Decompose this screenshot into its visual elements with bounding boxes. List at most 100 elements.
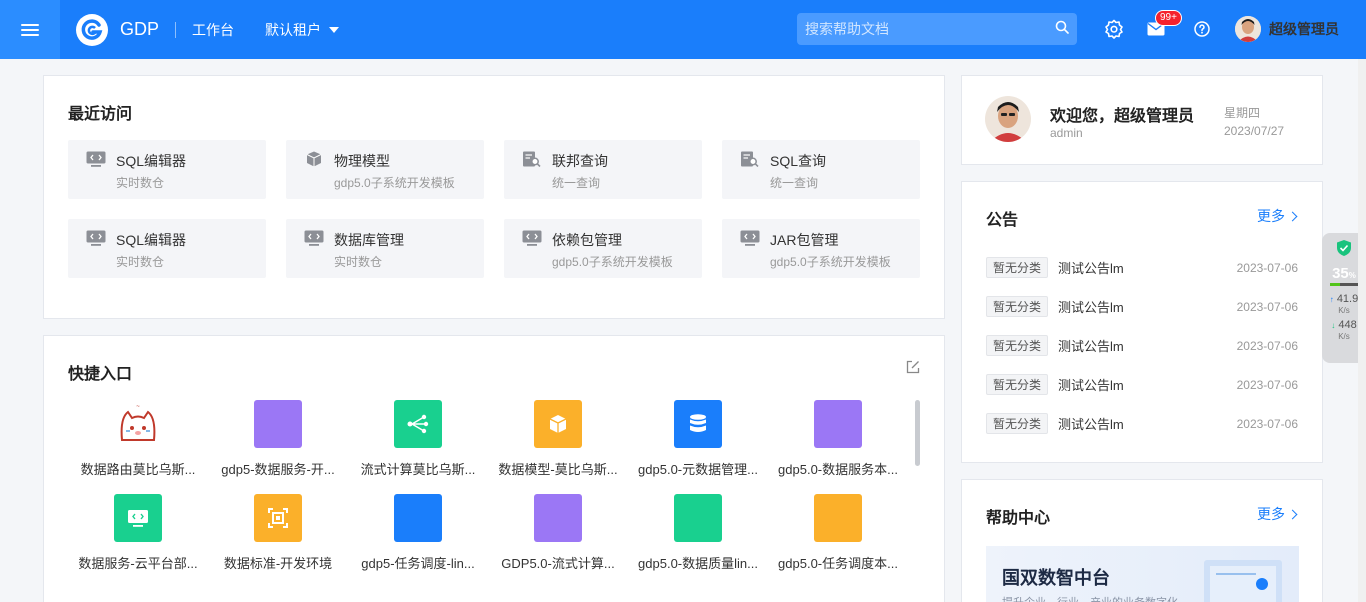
edit-icon[interactable] [906,360,920,379]
menu-toggle-button[interactable] [0,0,60,59]
tenant-select[interactable]: 默认租户 [265,20,340,40]
quick-entry-card: 快捷入口 ~ 数据路由莫比乌斯... gdp5-数据服务-开... 流式计算莫比… [43,335,945,602]
settings-gear-icon[interactable] [1103,18,1125,40]
quick-entry-item[interactable]: gdp5.0-任务调度本... [768,494,908,572]
quick-entry-item[interactable]: gdp5.0-数据质量lin... [628,494,768,572]
upload-arrow-icon: ↑ [1329,295,1334,304]
notice-list: 暂无分类 测试公告lm 2023-07-06 暂无分类 测试公告lm 2023-… [986,248,1300,443]
quick-entry-item[interactable]: 流式计算莫比乌斯... [348,400,488,478]
memory-percent-value: 35 [1332,265,1349,282]
download-speed-unit: K/s [1338,332,1350,341]
notice-item-title: 测试公告lm [1058,417,1124,432]
recent-item[interactable]: 依赖包管理 gdp5.0子系统开发模板 [504,219,702,278]
mail-button[interactable]: 99+ [1145,10,1182,40]
search-box [797,13,1077,45]
help-question-icon[interactable] [1191,18,1213,40]
notice-tag: 暂无分类 [986,335,1049,356]
upload-speed-unit: K/s [1338,306,1350,315]
quick-entry-item[interactable]: ~ 数据路由莫比乌斯... [68,400,208,478]
document-search-icon [741,151,759,167]
welcome-date: 2023/07/27 [1224,124,1285,138]
quick-entry-label: gdp5-任务调度-lin... [361,556,475,571]
recent-item-name: 联邦查询 [552,153,608,169]
notice-item[interactable]: 暂无分类 测试公告lm 2023-07-06 [986,248,1300,287]
quick-entry-item[interactable]: gdp5.0-数据服务本... [768,400,908,478]
blank-icon [254,400,302,448]
quick-entry-label: 数据路由莫比乌斯... [80,462,196,477]
recent-item-sub: gdp5.0子系统开发模板 [334,176,455,190]
quick-entry-label: gdp5.0-任务调度本... [778,556,898,571]
notice-title: 公告 [986,212,1019,229]
app-logo[interactable]: GDP [76,13,159,46]
download-arrow-icon: ↓ [1331,321,1336,330]
quick-entry-item[interactable]: 数据模型-莫比乌斯... [488,400,628,478]
recent-item[interactable]: 物理模型 gdp5.0子系统开发模板 [286,140,484,199]
search-icon[interactable] [1055,20,1069,39]
banner-illustration-icon [1204,560,1282,602]
recent-item-name: SQL查询 [770,153,827,169]
quick-entry-label: gdp5.0-元数据管理... [638,462,758,477]
notice-item-date: 2023-07-06 [1236,260,1298,275]
quick-entry-item[interactable]: 数据服务-云平台部... [68,494,208,572]
recent-item-sub: gdp5.0子系统开发模板 [770,255,891,269]
page-scrollbar[interactable] [1358,59,1366,602]
recent-item-sub: 实时数仓 [334,255,383,269]
notice-item-date: 2023-07-06 [1236,299,1298,314]
recent-item-name: SQL编辑器 [116,232,187,248]
quick-entry-title: 快捷入口 [68,366,133,383]
quick-entry-item[interactable]: gdp5-数据服务-开... [208,400,348,478]
avatar [1235,16,1261,42]
user-menu[interactable]: 超级管理员 [1235,16,1339,42]
recent-item[interactable]: 联邦查询 统一查询 [504,140,702,199]
notice-more-label: 更多 [1257,208,1285,224]
cartoon-cat-icon: ~ [114,400,162,448]
cube-icon [306,151,322,167]
memory-percent: 35% [1332,265,1356,282]
notice-tag: 暂无分类 [986,413,1049,434]
quick-entry-item[interactable]: 数据标准-开发环境 [208,494,348,572]
recent-item-name: 数据库管理 [334,232,404,248]
notice-item[interactable]: 暂无分类 测试公告lm 2023-07-06 [986,365,1300,404]
code-monitor-icon [86,151,106,167]
help-banner[interactable]: 国双数智中台 提升企业、行业、产业的业务数字化 [986,546,1299,602]
shield-check-icon [1337,240,1351,256]
recent-item[interactable]: SQL编辑器 实时数仓 [68,140,266,199]
quick-entry-label: 数据服务-云平台部... [78,556,198,571]
welcome-card: 欢迎您，超级管理员 admin 星期四 2023/07/27 [961,75,1323,165]
welcome-title: 欢迎您，超级管理员 [1050,108,1195,125]
quick-entry-scrollbar[interactable] [915,400,920,466]
recent-item[interactable]: JAR包管理 gdp5.0子系统开发模板 [722,219,920,278]
notice-item[interactable]: 暂无分类 测试公告lm 2023-07-06 [986,287,1300,326]
notice-card: 公告 更多 暂无分类 测试公告lm 2023-07-06 暂无分类 测试公告lm… [961,181,1323,463]
search-input[interactable] [805,21,1055,37]
notice-item-title: 测试公告lm [1058,339,1124,354]
blank-icon [674,494,722,542]
quick-entry-item[interactable]: GDP5.0-流式计算... [488,494,628,572]
recent-item-sub: 实时数仓 [116,176,165,190]
recent-item-name: JAR包管理 [770,232,839,248]
database-icon [674,400,722,448]
quick-entry-item[interactable]: gdp5-任务调度-lin... [348,494,488,572]
upload-speed: ↑ 41.9 K/s [1330,294,1358,316]
notice-item-title: 测试公告lm [1058,261,1124,276]
recent-item[interactable]: SQL编辑器 实时数仓 [68,219,266,278]
notice-more-link[interactable]: 更多 [1257,206,1298,226]
help-more-link[interactable]: 更多 [1257,504,1298,524]
quick-entry-label: GDP5.0-流式计算... [501,556,615,571]
notice-item-date: 2023-07-06 [1236,377,1298,392]
flow-nodes-icon [394,400,442,448]
notice-item[interactable]: 暂无分类 测试公告lm 2023-07-06 [986,404,1300,443]
help-banner-title: 国双数智中台 [1002,568,1110,588]
workbench-link[interactable]: 工作台 [192,20,234,40]
document-search-icon [523,151,541,167]
code-monitor-icon [304,230,324,246]
tenant-label: 默认租户 [265,21,322,38]
recent-item[interactable]: SQL查询 统一查询 [722,140,920,199]
notice-item[interactable]: 暂无分类 测试公告lm 2023-07-06 [986,326,1300,365]
quick-entry-item[interactable]: gdp5.0-元数据管理... [628,400,768,478]
notice-tag: 暂无分类 [986,374,1049,395]
download-speed-value: 448 [1338,319,1357,331]
recent-item[interactable]: 数据库管理 实时数仓 [286,219,484,278]
notice-item-date: 2023-07-06 [1236,416,1298,431]
notice-item-title: 测试公告lm [1058,300,1124,315]
